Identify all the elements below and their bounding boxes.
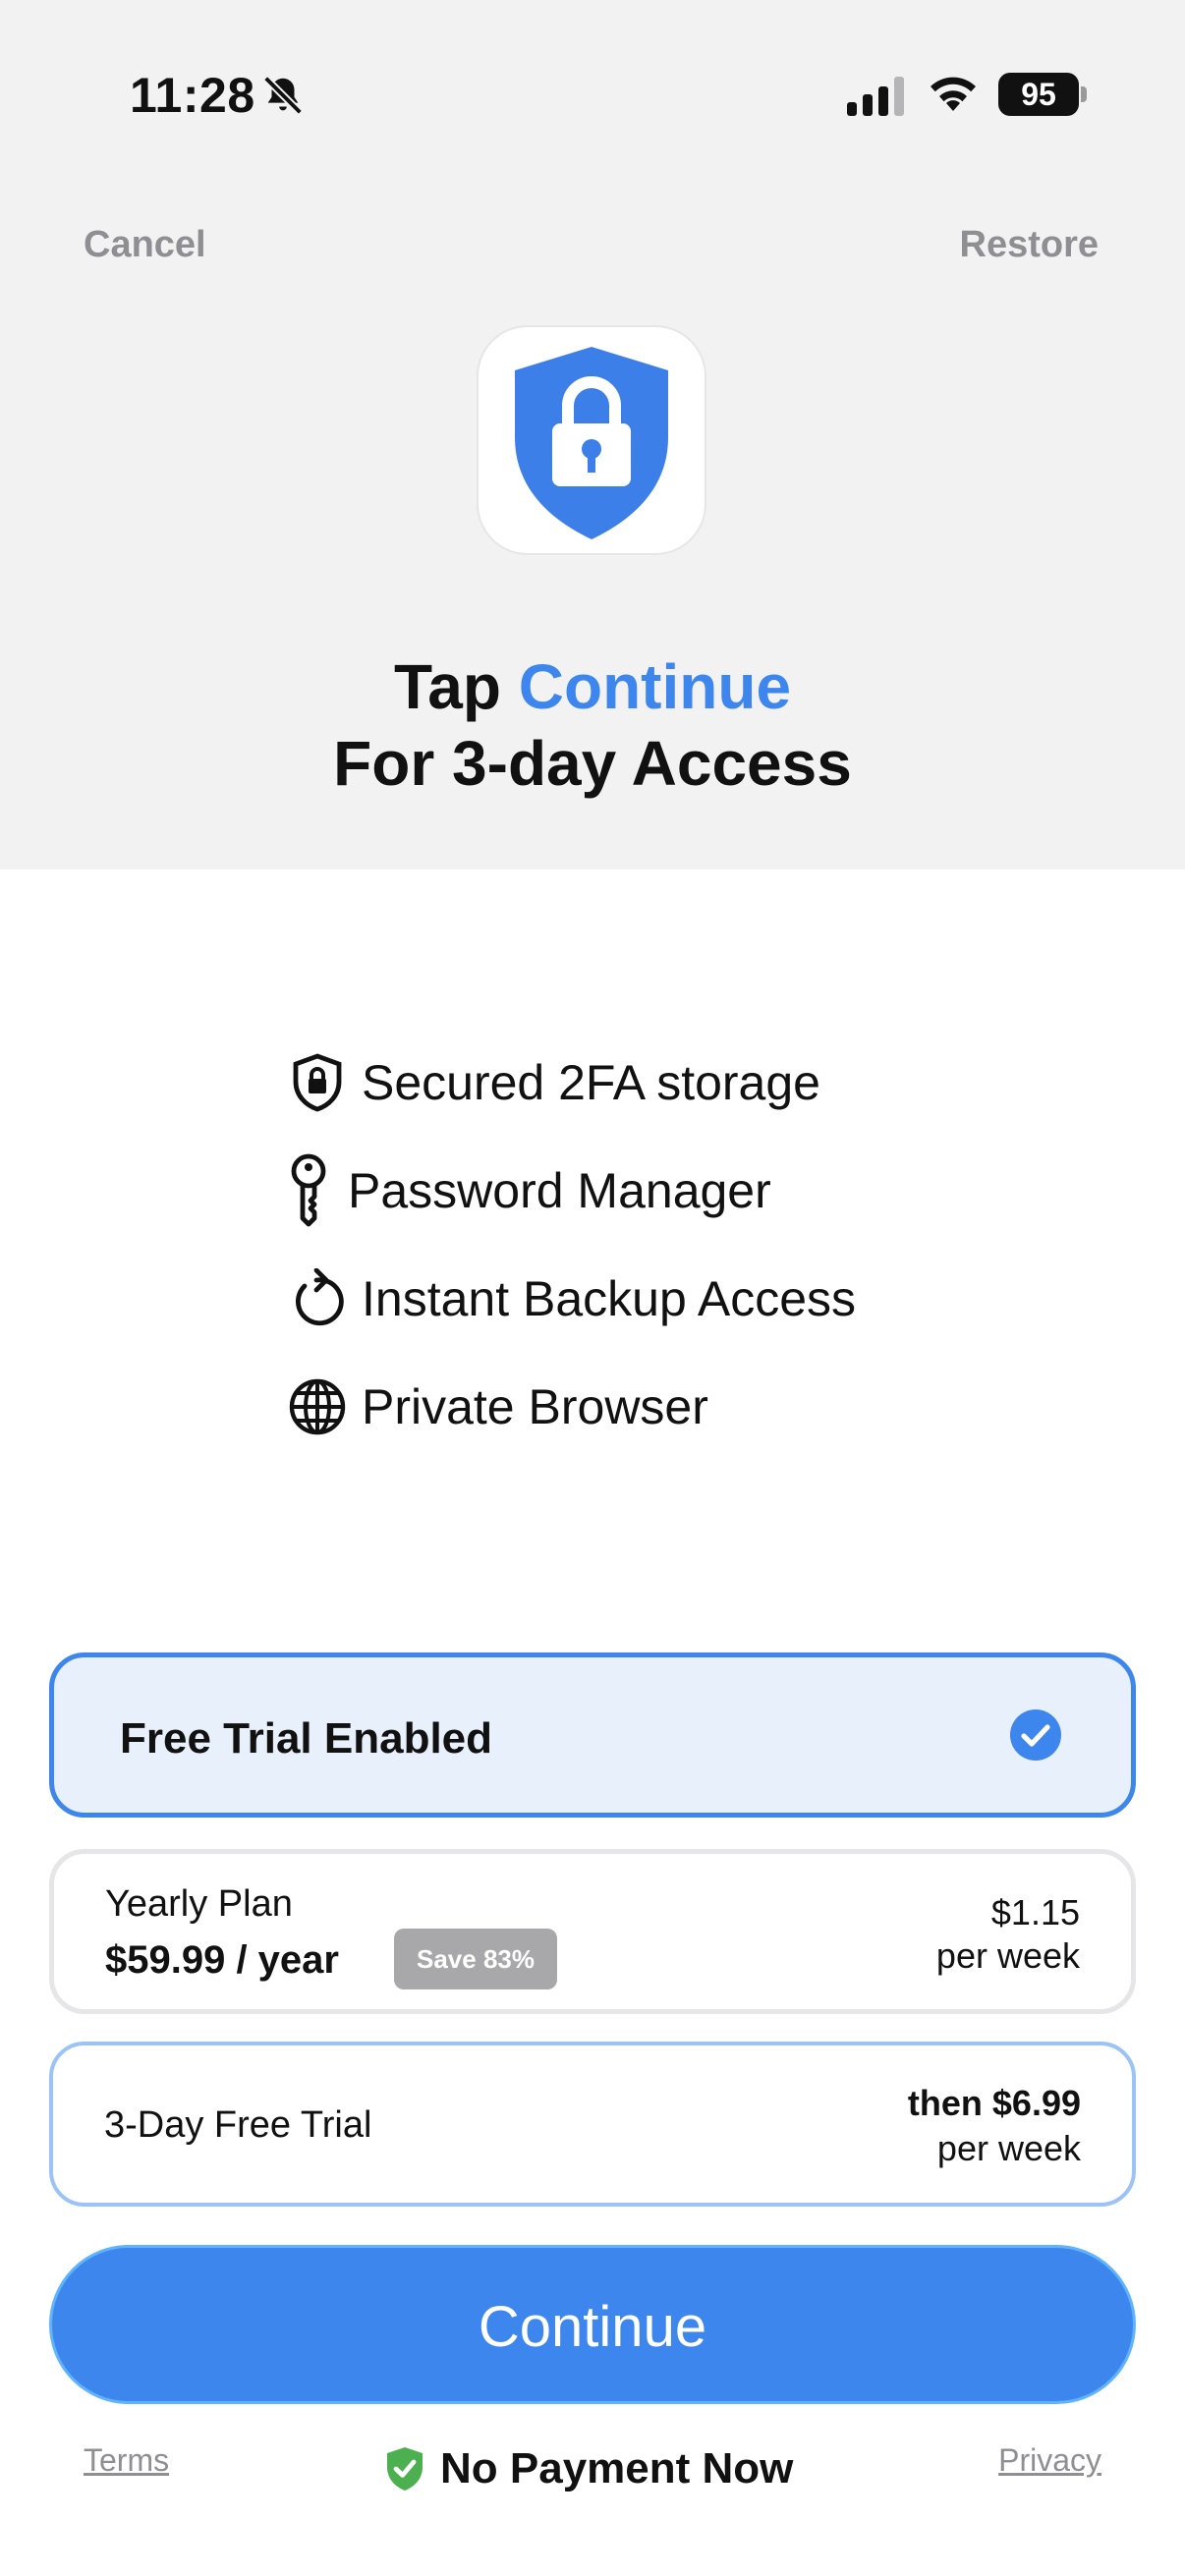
battery-cap xyxy=(1081,86,1087,102)
privacy-link[interactable]: Privacy xyxy=(998,2442,1101,2479)
yearly-plan-price: $59.99 / year xyxy=(105,1938,339,1982)
yearly-plan-option[interactable]: Yearly Plan $59.99 / year Save 83% $1.15… xyxy=(49,1849,1136,2014)
bell-slash-icon xyxy=(263,76,303,115)
trial-plan-name: 3-Day Free Trial xyxy=(104,2104,372,2146)
signal-icon xyxy=(847,77,904,116)
wifi-icon xyxy=(931,77,976,111)
shield-lock-icon xyxy=(293,1053,342,1112)
trial-after-amount: then $6.99 xyxy=(907,2083,1081,2123)
backup-icon xyxy=(296,1268,344,1326)
restore-button[interactable]: Restore xyxy=(960,224,1100,266)
feature-item: Private Browser xyxy=(285,1368,708,1446)
feature-item: Password Manager xyxy=(281,1151,771,1230)
feature-item: Instant Backup Access xyxy=(285,1260,856,1338)
yearly-plan-name: Yearly Plan xyxy=(105,1883,293,1925)
battery-level: 95 xyxy=(998,73,1079,116)
cancel-button[interactable]: Cancel xyxy=(84,224,206,266)
free-trial-toggle[interactable]: Free Trial Enabled xyxy=(49,1652,1136,1818)
app-icon xyxy=(479,327,705,553)
no-payment-note: No Payment Now xyxy=(383,2444,793,2493)
feature-label: Private Browser xyxy=(362,1379,708,1434)
headline-line2: For 3-day Access xyxy=(333,728,852,799)
feature-item: Secured 2FA storage xyxy=(285,1043,820,1122)
shield-lock-logo-icon xyxy=(515,347,668,539)
terms-link[interactable]: Terms xyxy=(84,2442,169,2479)
yearly-weekly-amount: $1.15 xyxy=(990,1892,1080,1932)
trial-after-unit: per week xyxy=(936,2128,1081,2168)
headline: Tap Continue For 3-day Access xyxy=(0,648,1185,802)
trial-plan-option[interactable]: 3-Day Free Trial then $6.99 per week xyxy=(49,2042,1136,2207)
paywall-header: 11:28 95 Cancel Restore Tap Continue For… xyxy=(0,0,1185,869)
save-badge: Save 83% xyxy=(394,1929,557,1989)
paywall-screen: 11:28 95 Cancel Restore Tap Continue For… xyxy=(0,0,1185,2576)
feature-label: Password Manager xyxy=(348,1163,771,1218)
yearly-weekly-unit: per week xyxy=(935,1935,1080,1976)
no-payment-label: No Payment Now xyxy=(440,2444,794,2492)
free-trial-toggle-label: Free Trial Enabled xyxy=(120,1714,493,1763)
trial-after-price: then $6.99 per week xyxy=(908,2081,1081,2171)
continue-button[interactable]: Continue xyxy=(49,2245,1136,2404)
status-time: 11:28 xyxy=(130,68,255,123)
key-icon xyxy=(291,1153,326,1227)
feature-label: Secured 2FA storage xyxy=(362,1055,820,1110)
headline-prefix: Tap xyxy=(393,651,519,722)
checkmark-circle-icon xyxy=(1010,1709,1061,1761)
shield-check-icon xyxy=(387,2447,423,2491)
globe-icon xyxy=(289,1378,346,1435)
feature-label: Instant Backup Access xyxy=(362,1271,857,1326)
yearly-weekly-price: $1.15 per week xyxy=(936,1891,1080,1978)
headline-accent: Continue xyxy=(518,651,792,722)
